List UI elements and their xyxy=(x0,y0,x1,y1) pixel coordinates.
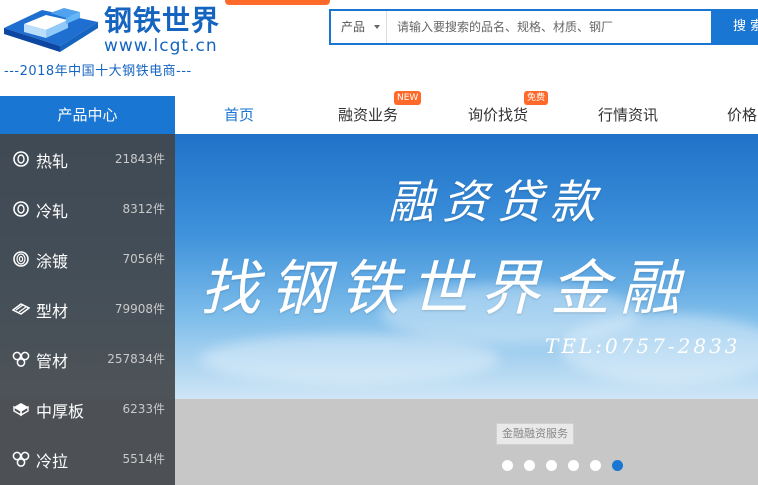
category-count: 5514件 xyxy=(122,452,165,466)
category-hot-rolled[interactable]: 热轧 21843件 xyxy=(0,134,175,184)
category-cold-drawn[interactable]: 冷拉 5514件 xyxy=(0,434,175,484)
slide-dot[interactable] xyxy=(502,460,513,471)
nav-item-home[interactable]: 首页 xyxy=(224,96,254,134)
new-badge: NEW xyxy=(394,91,422,105)
profile-icon xyxy=(12,303,30,315)
nav-item-label: 价格 xyxy=(727,106,758,124)
nav-item-label: 融资业务 xyxy=(338,106,399,124)
slide-caption: 金融融资服务 xyxy=(496,423,574,445)
logo-title: 钢铁世界 xyxy=(104,4,221,37)
header: 钢铁世界 www.lcgt.cn ---2018年中国十大钢铁电商--- 产品 … xyxy=(0,0,758,96)
nav-item-label: 询价找货 xyxy=(468,106,529,124)
pipe-icon xyxy=(12,451,30,467)
category-name: 涂镀 xyxy=(36,252,69,271)
coil-icon xyxy=(13,151,29,167)
logo-cube-icon xyxy=(4,8,98,52)
search-category-select[interactable]: 产品 xyxy=(331,11,387,43)
slide-dot[interactable] xyxy=(568,460,579,471)
search-category-label: 产品 xyxy=(341,20,366,34)
category-count: 21843件 xyxy=(114,152,165,166)
main-nav: 产品中心 首页 融资业务 NEW 询价找货 免费 行情资讯 价格 xyxy=(0,91,758,134)
category-coated[interactable]: 涂镀 7056件 xyxy=(0,234,175,284)
product-category-sidebar: 热轧 21843件 冷轧 8312件 涂镀 7056件 型材 79908件 管材… xyxy=(0,134,175,485)
category-profiles[interactable]: 型材 79908件 xyxy=(0,284,175,334)
category-count: 8312件 xyxy=(122,202,165,216)
coil-icon xyxy=(13,251,29,267)
category-medium-plate[interactable]: 中厚板 6233件 xyxy=(0,384,175,434)
banner-phone: TEL:0757-2833 xyxy=(545,334,741,358)
nav-item-financing[interactable]: 融资业务 NEW xyxy=(338,91,422,134)
category-count: 79908件 xyxy=(114,302,165,316)
free-badge: 免费 xyxy=(524,91,549,105)
category-pipes[interactable]: 管材 257834件 xyxy=(0,334,175,384)
pipe-icon xyxy=(12,351,30,367)
category-cold-rolled[interactable]: 冷轧 8312件 xyxy=(0,184,175,234)
banner-headline: 融资贷款 xyxy=(388,175,604,229)
coil-icon xyxy=(13,201,29,217)
nav-item-market-news[interactable]: 行情资讯 xyxy=(598,96,658,134)
category-count: 7056件 xyxy=(122,252,165,266)
banner-cloud xyxy=(200,334,500,384)
plate-icon xyxy=(13,403,29,417)
nav-item-price[interactable]: 价格 xyxy=(727,96,757,134)
search-bar: 产品 搜 索 xyxy=(329,9,758,45)
logo-slogan: ---2018年中国十大钢铁电商--- xyxy=(4,64,192,79)
slide-dot[interactable] xyxy=(590,460,601,471)
nav-item-label: 首页 xyxy=(224,106,255,124)
caret-down-icon xyxy=(374,25,380,29)
nav-item-inquiry[interactable]: 询价找货 免费 xyxy=(468,91,549,134)
category-name: 冷轧 xyxy=(36,202,69,221)
site-logo[interactable]: 钢铁世界 www.lcgt.cn ---2018年中国十大钢铁电商--- xyxy=(0,0,240,88)
category-count: 6233件 xyxy=(122,402,165,416)
nav-item-label: 行情资讯 xyxy=(598,106,659,124)
slide-dot-active[interactable] xyxy=(612,460,623,471)
slide-dot[interactable] xyxy=(546,460,557,471)
product-center-button[interactable]: 产品中心 xyxy=(0,96,175,134)
banner-subheadline: 找钢铁世界金融 xyxy=(200,254,690,324)
search-input[interactable] xyxy=(391,11,701,43)
category-name: 管材 xyxy=(36,352,69,371)
category-name: 热轧 xyxy=(36,152,69,171)
top-accent-bar xyxy=(225,0,330,5)
slide-dot[interactable] xyxy=(524,460,535,471)
category-count: 257834件 xyxy=(107,352,165,366)
category-name: 型材 xyxy=(36,302,69,321)
logo-url: www.lcgt.cn xyxy=(104,36,218,56)
category-name: 冷拉 xyxy=(36,452,69,471)
search-button[interactable]: 搜 索 xyxy=(711,9,758,45)
category-name: 中厚板 xyxy=(36,402,85,421)
